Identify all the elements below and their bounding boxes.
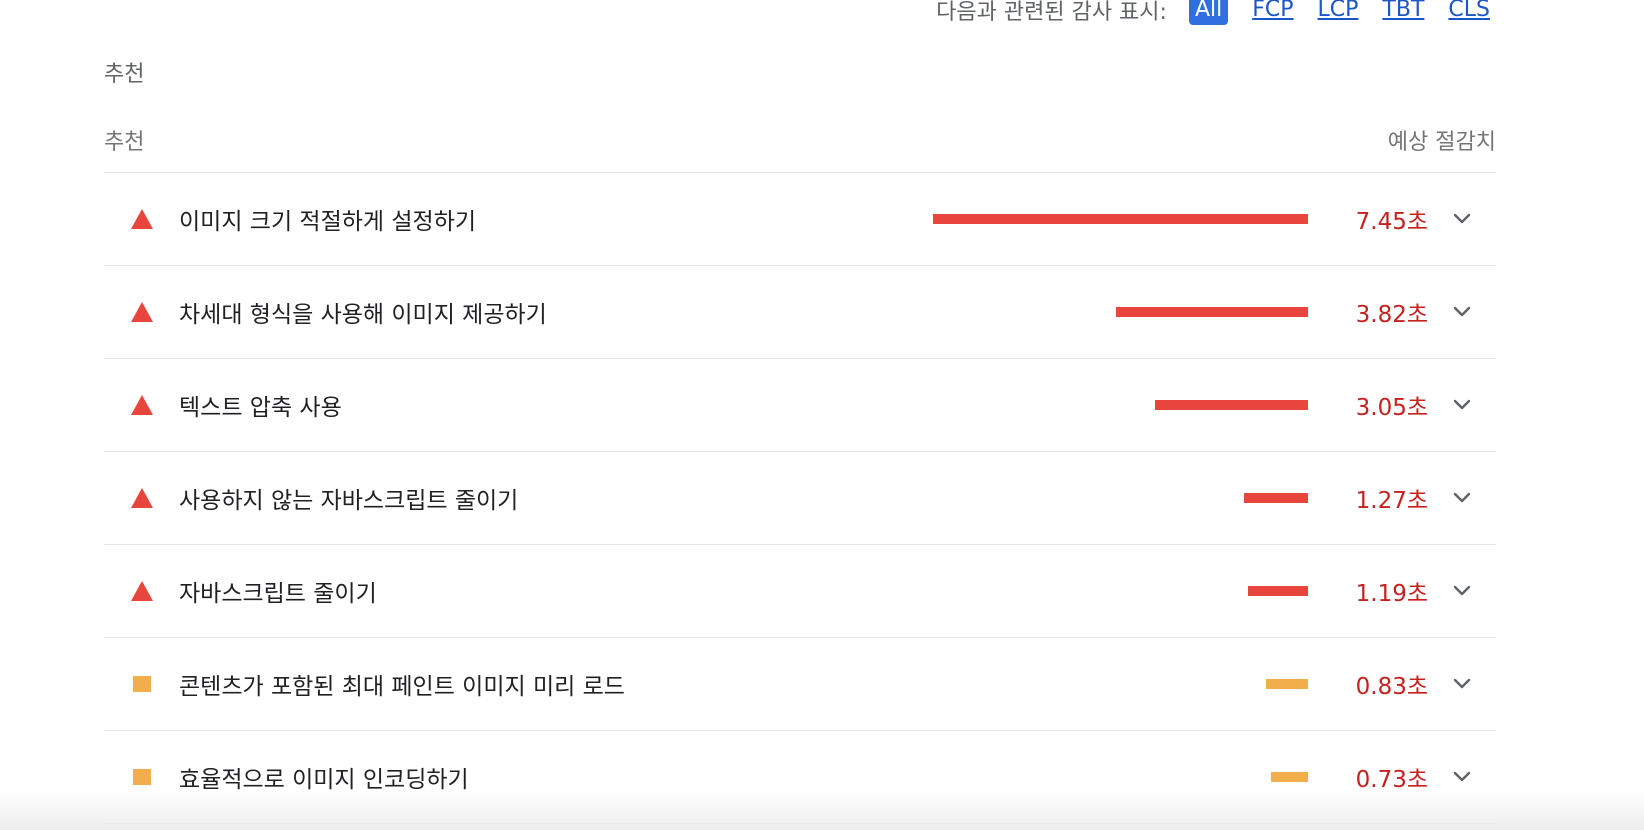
savings-bar-track	[908, 400, 1308, 410]
audit-title: 자바스크립트 줄이기	[179, 581, 377, 607]
savings-bar-track	[908, 493, 1308, 503]
audit-title: 이미지 크기 적절하게 설정하기	[179, 209, 477, 235]
orange-square-icon	[131, 673, 153, 695]
audit-title: 차세대 형식을 사용해 이미지 제공하기	[179, 302, 547, 328]
estimated-savings: 1.27초	[1355, 488, 1428, 514]
filter-label: 다음과 관련된 감사 표시:	[936, 0, 1167, 25]
savings-bar-track	[908, 679, 1308, 689]
estimated-savings: 3.05초	[1355, 395, 1428, 421]
page: 다음과 관련된 감사 표시: All FCP LCP TBT CLS 추천 추천 예상 …	[0, 0, 1644, 830]
red-triangle-icon	[131, 394, 153, 416]
estimated-savings: 0.83초	[1355, 674, 1428, 700]
audit-row[interactable]: 텍스트 압축 사용 3.05초	[104, 359, 1496, 452]
audit-title: 사용하지 않는 자바스크립트 줄이기	[179, 488, 519, 514]
estimated-savings: 0.73초	[1355, 767, 1428, 793]
opportunity-list: 이미지 크기 적절하게 설정하기 7.45초차세대 형식을 사용해 이미지 제공하…	[104, 173, 1496, 824]
chevron-down-icon[interactable]	[1450, 207, 1474, 231]
audit-title: 효율적으로 이미지 인코딩하기	[179, 767, 469, 793]
estimated-savings: 1.19초	[1355, 581, 1428, 607]
audit-row[interactable]: 효율적으로 이미지 인코딩하기 0.73초	[104, 731, 1496, 824]
savings-bar	[1271, 772, 1308, 782]
savings-bar	[1116, 307, 1308, 317]
red-triangle-icon	[131, 301, 153, 323]
savings-bar	[933, 214, 1308, 224]
red-triangle-icon	[131, 487, 153, 509]
filter-chips: All FCP LCP TBT CLS	[1188, 0, 1490, 25]
table-header: 추천 예상 절감치	[104, 124, 1496, 173]
savings-bar-track	[908, 307, 1308, 317]
chevron-down-icon[interactable]	[1450, 579, 1474, 603]
audit-row[interactable]: 자바스크립트 줄이기 1.19초	[104, 545, 1496, 638]
savings-bar	[1155, 400, 1308, 410]
audit-row[interactable]: 이미지 크기 적절하게 설정하기 7.45초	[104, 173, 1496, 266]
chevron-down-icon[interactable]	[1450, 393, 1474, 417]
audit-row[interactable]: 콘텐츠가 포함된 최대 페인트 이미지 미리 로드 0.83초	[104, 638, 1496, 731]
savings-bar	[1266, 679, 1308, 689]
chevron-down-icon[interactable]	[1450, 300, 1474, 324]
filter-chip-cls[interactable]: CLS	[1448, 0, 1490, 25]
estimated-savings: 7.45초	[1355, 209, 1428, 235]
savings-bar-track	[908, 586, 1308, 596]
red-triangle-icon	[131, 208, 153, 230]
filter-chip-all[interactable]: All	[1188, 0, 1229, 25]
chevron-down-icon[interactable]	[1450, 486, 1474, 510]
audit-title: 텍스트 압축 사용	[179, 395, 342, 421]
filter-chip-lcp[interactable]: LCP	[1318, 0, 1359, 25]
chevron-down-icon[interactable]	[1450, 765, 1474, 789]
orange-square-icon	[131, 766, 153, 788]
audit-title: 콘텐츠가 포함된 최대 페인트 이미지 미리 로드	[179, 674, 625, 700]
audit-row[interactable]: 사용하지 않는 자바스크립트 줄이기 1.27초	[104, 452, 1496, 545]
savings-bar-track	[908, 214, 1308, 224]
filter-chip-tbt[interactable]: TBT	[1382, 0, 1424, 25]
savings-bar-track	[908, 772, 1308, 782]
chevron-down-icon[interactable]	[1450, 672, 1474, 696]
section-title: 추천	[104, 62, 145, 87]
column-header-savings: 예상 절감치	[1387, 130, 1496, 155]
estimated-savings: 3.82초	[1355, 302, 1428, 328]
red-triangle-icon	[131, 580, 153, 602]
audit-filter-bar: 다음과 관련된 감사 표시: All FCP LCP TBT CLS	[936, 0, 1490, 30]
column-header-recommendation: 추천	[104, 130, 145, 155]
savings-bar	[1244, 493, 1308, 503]
audit-row[interactable]: 차세대 형식을 사용해 이미지 제공하기 3.82초	[104, 266, 1496, 359]
savings-bar	[1248, 586, 1308, 596]
filter-chip-fcp[interactable]: FCP	[1252, 0, 1293, 25]
